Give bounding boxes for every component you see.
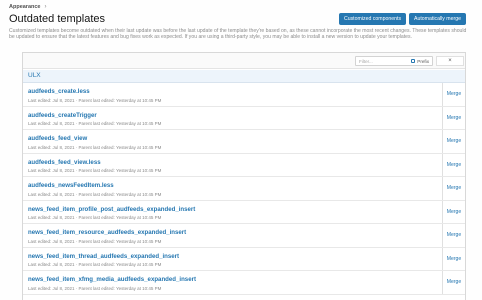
prefix-label: Prefix bbox=[417, 58, 429, 64]
template-meta: Last edited: Jul 8, 2021 · Parent last e… bbox=[28, 262, 162, 267]
template-name-link[interactable]: audfeeds_feed_view bbox=[28, 135, 87, 142]
template-name-link[interactable]: audfeeds_newsFeedItem.less bbox=[28, 182, 114, 189]
chevron-right-icon: › bbox=[44, 4, 47, 10]
filter-input[interactable]: Filter... Prefix bbox=[355, 56, 433, 66]
template-name-link[interactable]: audfeeds_feed_view.less bbox=[28, 159, 101, 166]
merge-button[interactable]: Merge bbox=[442, 224, 465, 247]
merge-button[interactable]: Merge bbox=[442, 200, 465, 223]
merge-button[interactable]: Merge bbox=[442, 106, 465, 129]
automatically-merge-button[interactable]: Automatically merge bbox=[409, 13, 466, 25]
breadcrumb: Appearance › bbox=[9, 4, 47, 10]
close-icon: × bbox=[448, 57, 452, 64]
merge-button[interactable]: Merge bbox=[442, 177, 465, 200]
template-meta: Last edited: Jul 8, 2021 · Parent last e… bbox=[28, 168, 162, 173]
merge-button[interactable]: Merge bbox=[442, 153, 465, 176]
template-name-link[interactable]: audfeeds_create.less bbox=[28, 88, 90, 95]
template-row: audfeeds_create.less Last edited: Jul 8, … bbox=[23, 83, 465, 107]
filter-bar: Filter... Prefix × bbox=[23, 53, 465, 69]
filter-placeholder: Filter... bbox=[359, 58, 373, 64]
template-meta: Last edited: Jul 8, 2021 · Parent last e… bbox=[28, 285, 162, 291]
checkbox-icon bbox=[411, 59, 416, 63]
merge-button[interactable]: Merge bbox=[442, 271, 465, 294]
template-meta: Last edited: Jul 8, 2021 · Parent last e… bbox=[28, 144, 162, 150]
template-name-link[interactable]: audfeeds_createTrigger bbox=[28, 112, 97, 119]
template-row: news_feed_item_resource_audfeeds_expande… bbox=[23, 224, 465, 248]
template-row: audfeeds_feed_view.less Last edited: Jul … bbox=[23, 153, 465, 177]
template-meta: Last edited: Jul 8, 2021 · Parent last e… bbox=[28, 121, 162, 126]
template-name-link[interactable]: news_feed_item_resource_audfeeds_expande… bbox=[28, 229, 186, 236]
customized-components-button[interactable]: Customized components bbox=[339, 13, 406, 25]
group-header: ULX bbox=[23, 70, 465, 83]
clear-filter-button[interactable]: × bbox=[436, 56, 464, 66]
group-title: ULX bbox=[28, 72, 41, 79]
merge-button[interactable]: Merge bbox=[442, 83, 465, 106]
template-row: audfeeds_newsFeedItem.less Last edited: J… bbox=[23, 177, 465, 201]
template-row: news_feed_item_profile_post_audfeeds_exp… bbox=[23, 200, 465, 224]
template-row: audfeeds_feed_view Last edited: Jul 8, 20… bbox=[23, 130, 465, 154]
template-meta: Last edited: Jul 8, 2021 · Parent last e… bbox=[28, 215, 162, 220]
merge-button[interactable]: Merge bbox=[442, 130, 465, 153]
template-row: audfeeds_createTrigger Last edited: Jul 8… bbox=[23, 106, 465, 130]
template-name-link[interactable]: news_feed_item_xfmg_media_audfeeds_expan… bbox=[28, 276, 196, 283]
merge-button[interactable]: Merge bbox=[442, 247, 465, 270]
templates-panel: Filter... Prefix × ULX audfeeds_create.l… bbox=[22, 52, 466, 300]
template-row: news_feed_item_xfmg_media_audfeeds_expan… bbox=[23, 271, 465, 295]
prefix-checkbox[interactable]: Prefix bbox=[411, 59, 429, 64]
breadcrumb-appearance-link[interactable]: Appearance bbox=[9, 4, 41, 10]
page-description: Customized templates become outdated whe… bbox=[9, 28, 467, 41]
template-row: news_feed_item_thread_audfeeds_expanded_… bbox=[23, 247, 465, 271]
template-name-link[interactable]: news_feed_item_profile_post_audfeeds_exp… bbox=[28, 206, 195, 213]
template-name-link[interactable]: news_feed_item_thread_audfeeds_expanded_… bbox=[28, 253, 179, 260]
template-meta: Last edited: Jul 8, 2021 · Parent last e… bbox=[28, 238, 162, 244]
template-meta: Last edited: Jul 8, 2021 · Parent last e… bbox=[28, 191, 162, 197]
page-title: Outdated templates bbox=[9, 13, 106, 25]
template-meta: Last edited: Jul 8, 2021 · Parent last e… bbox=[28, 97, 162, 103]
